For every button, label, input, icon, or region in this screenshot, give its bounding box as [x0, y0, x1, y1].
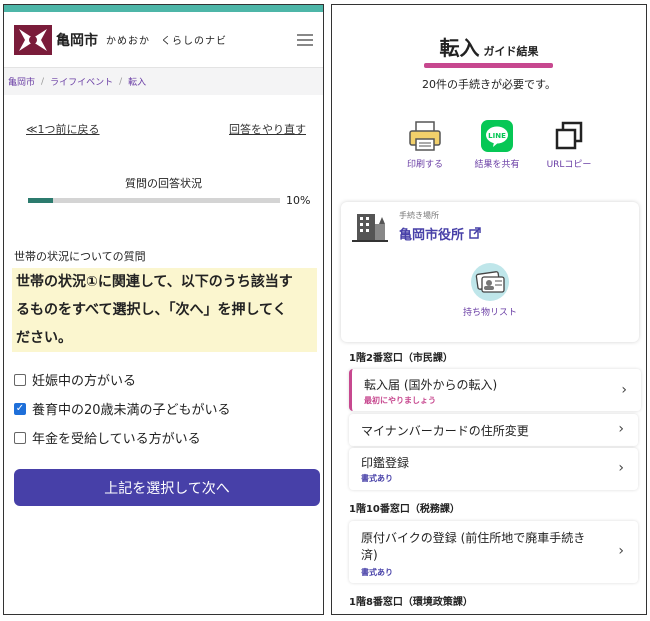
question-section-title: 世帯の状況についての質問: [14, 250, 146, 263]
place-card: 手続き場所 亀岡市役所 持ち物リスト: [341, 202, 639, 342]
guide-result-panel: 転入 ガイド結果 20件の手続きが必要です。 印刷する LINE 結果を共有 U…: [331, 4, 647, 615]
breadcrumb-separator: /: [119, 76, 123, 87]
page-title: 転入 ガイド結果: [332, 32, 646, 61]
checkbox[interactable]: [14, 373, 26, 386]
progress-fill: [28, 198, 54, 203]
question-line: るものをすべて選択し、「次へ」を押してく: [16, 302, 287, 318]
print-button[interactable]: 印刷する: [392, 120, 458, 170]
place-name: 亀岡市役所: [399, 228, 465, 243]
procedure-title: マイナンバーカードの住所変更: [361, 424, 529, 438]
checkbox[interactable]: [14, 431, 26, 444]
chevron-right-icon: ›: [618, 543, 624, 559]
option-label: 養育中の20歳未満の子どもがいる: [32, 403, 231, 418]
action-bar: 印刷する LINE 結果を共有 URLコピー: [392, 120, 602, 170]
hamburger-menu-icon[interactable]: [297, 33, 313, 46]
copy-url-button[interactable]: URLコピー: [536, 120, 602, 170]
items-list-button[interactable]: 持ち物リスト: [341, 262, 639, 318]
option-child-under-20[interactable]: ✓ 養育中の20歳未満の子どもがいる: [14, 394, 231, 423]
svg-text:LINE: LINE: [488, 132, 506, 140]
chevron-right-icon: ›: [621, 382, 627, 398]
procedure-title-line: 原付バイクの登録 (前住所地で廃車手続き: [361, 531, 586, 545]
title-underline: [424, 63, 553, 68]
section-title-citizens: 1階2番窓口（市民課）: [349, 353, 453, 364]
checkbox[interactable]: ✓: [14, 402, 26, 415]
answer-options: 妊娠中の方がいる ✓ 養育中の20歳未満の子どもがいる 年金を受給している方がい…: [14, 365, 231, 452]
breadcrumb-item-home[interactable]: 亀岡市: [8, 75, 35, 88]
external-link-icon: [468, 227, 481, 239]
question-line: ださい。: [16, 330, 72, 346]
option-label: 年金を受給している方がいる: [32, 432, 201, 447]
section-title-tax: 1階10番窓口（税務課）: [349, 504, 460, 515]
question-panel: 亀岡市 かめおか くらしのナビ 亀岡市 / ライフイベント / 転入 ≪1つ前に…: [3, 4, 324, 615]
share-label: 結果を共有: [474, 160, 520, 170]
line-share-icon: LINE: [481, 120, 513, 152]
procedure-seal-registration[interactable]: 印鑑登録 書式あり ›: [349, 448, 638, 490]
place-caption: 手続き場所: [399, 211, 439, 220]
progress-percent: 10%: [286, 194, 311, 207]
procedure-note: 書式あり: [361, 568, 393, 577]
procedure-note: 最初にやりましょう: [364, 396, 436, 405]
breadcrumb-item-life-events[interactable]: ライフイベント: [50, 75, 113, 88]
building-icon: [352, 214, 388, 242]
print-label: 印刷する: [406, 160, 443, 170]
progress-label: 質問の回答状況: [125, 177, 202, 190]
procedure-title: 印鑑登録: [361, 456, 410, 470]
breadcrumb-separator: /: [41, 76, 45, 87]
question-nav: ≪1つ前に戻る 回答をやり直す: [26, 121, 306, 137]
option-pregnant[interactable]: 妊娠中の方がいる: [14, 365, 231, 394]
question-text: 世帯の状況①に関連して、以下のうち該当す るものをすべて選択し、「次へ」を押して…: [12, 268, 317, 352]
breadcrumb: 亀岡市 / ライフイベント / 転入: [4, 68, 323, 95]
share-line-button[interactable]: LINE 結果を共有: [464, 120, 530, 170]
breadcrumb-item-current[interactable]: 転入: [128, 75, 146, 88]
title-sub: ガイド結果: [483, 45, 539, 58]
back-link[interactable]: ≪1つ前に戻る: [26, 121, 100, 137]
place-name-link[interactable]: 亀岡市役所: [399, 224, 481, 243]
site-header: 亀岡市 かめおか くらしのナビ: [4, 12, 323, 68]
items-list-label: 持ち物リスト: [462, 308, 517, 318]
printer-icon: [409, 121, 441, 151]
option-pension[interactable]: 年金を受給している方がいる: [14, 423, 231, 452]
procedure-note: 書式あり: [361, 474, 393, 483]
procedure-title: 転入届 (国外からの転入): [364, 378, 498, 392]
submit-button[interactable]: 上記を選択して次へ: [14, 469, 320, 506]
items-list-icon: [471, 263, 509, 301]
progress-bar: [28, 198, 280, 203]
summary-text: 20件の手続きが必要です。: [422, 78, 556, 91]
copy-icon: [555, 121, 583, 150]
chevron-right-icon: ›: [618, 460, 624, 476]
title-main: 転入: [439, 36, 480, 60]
kameoka-logo-icon[interactable]: [14, 24, 52, 55]
restart-link[interactable]: 回答をやり直す: [229, 121, 306, 137]
procedure-mynumber-address[interactable]: マイナンバーカードの住所変更 ›: [349, 414, 638, 446]
city-name[interactable]: 亀岡市: [56, 30, 98, 50]
procedure-moped-registration[interactable]: 原付バイクの登録 (前住所地で廃車手続き 済) 書式あり ›: [349, 521, 638, 583]
procedure-title-line: 済): [361, 548, 378, 562]
option-label: 妊娠中の方がいる: [32, 374, 137, 389]
section-title-environment: 1階8番窓口（環境政策課）: [349, 597, 473, 608]
copy-label: URLコピー: [546, 160, 592, 170]
top-accent-stripe: [4, 5, 323, 12]
chevron-right-icon: ›: [618, 421, 624, 437]
procedure-moving-in-from-abroad[interactable]: 転入届 (国外からの転入) 最初にやりましょう ›: [349, 369, 641, 411]
question-line: 世帯の状況①に関連して、以下のうち該当す: [16, 274, 293, 290]
site-tagline: かめおか くらしのナビ: [106, 36, 227, 47]
